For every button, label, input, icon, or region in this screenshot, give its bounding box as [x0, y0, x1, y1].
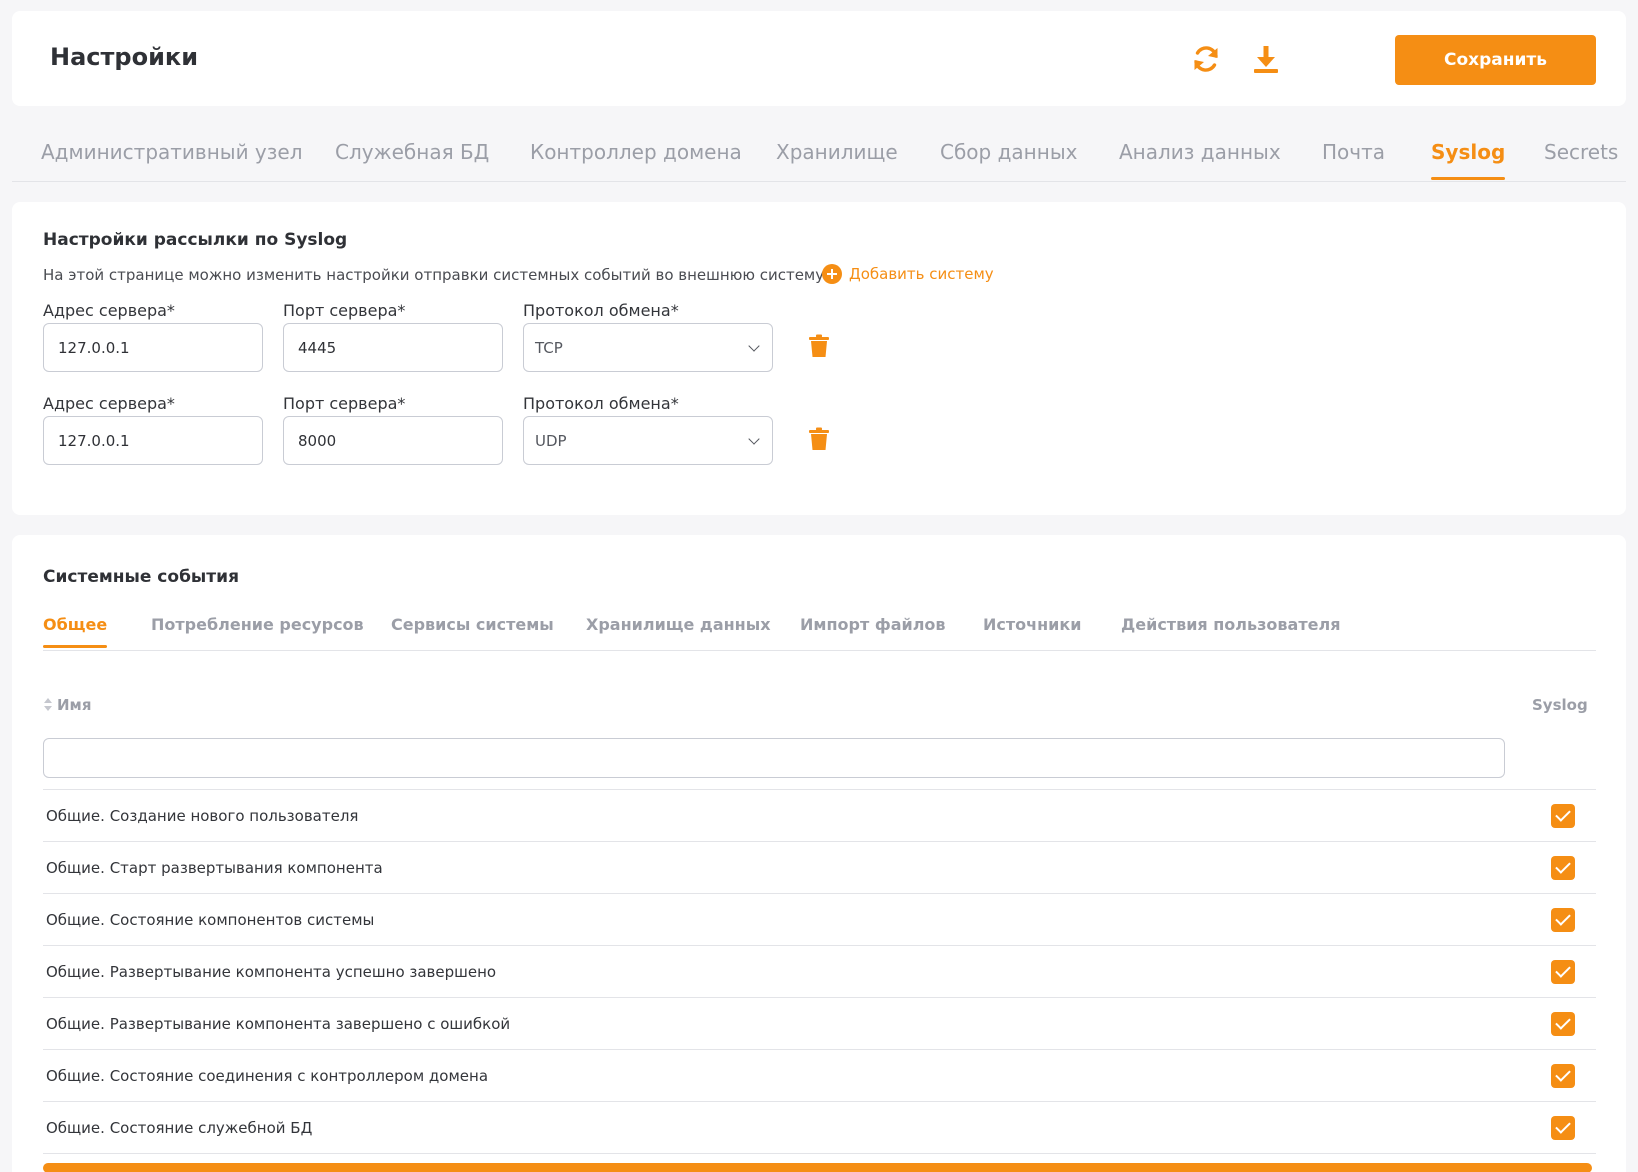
horizontal-scrollbar[interactable] [43, 1163, 1592, 1172]
event-name: Общие. Старт развертывания компонента [46, 859, 383, 877]
system-events-title: Системные события [43, 567, 239, 587]
syslog-checkbox[interactable] [1551, 1064, 1575, 1088]
tab-file-import[interactable]: Импорт файлов [800, 615, 946, 634]
server-address-input[interactable] [43, 416, 263, 465]
syslog-checkbox[interactable] [1551, 804, 1575, 828]
event-name: Общие. Создание нового пользователя [46, 807, 359, 825]
refresh-icon[interactable] [1188, 41, 1224, 77]
table-row: Общие. Развертывание компонента завершен… [43, 998, 1596, 1050]
table-row: Общие. Старт развертывания компонента [43, 842, 1596, 894]
syslog-checkbox[interactable] [1551, 1012, 1575, 1036]
protocol-value: UDP [535, 431, 567, 450]
table-row: Общие. Состояние соединения с контроллер… [43, 1050, 1596, 1102]
tab-syslog[interactable]: Syslog [1431, 140, 1506, 180]
events-tabs: Общее Потребление ресурсов Сервисы систе… [43, 593, 1596, 651]
tab-data-collection[interactable]: Сбор данных [940, 140, 1077, 164]
table-row: Общие. Развертывание компонента успешно … [43, 946, 1596, 998]
protocol-label: Протокол обмена* [523, 301, 679, 320]
syslog-checkbox[interactable] [1551, 960, 1575, 984]
port-label: Порт сервера* [283, 301, 406, 320]
plus-circle-icon [822, 264, 842, 284]
save-button[interactable]: Сохранить [1395, 35, 1596, 85]
table-row: Общие. Создание нового пользователя [43, 790, 1596, 842]
tab-data-analysis[interactable]: Анализ данных [1119, 140, 1281, 164]
table-row: Общие. Состояние компонентов системы [43, 894, 1596, 946]
settings-tabs: Административный узел Служебная БД Контр… [12, 118, 1626, 182]
column-name-label: Имя [57, 696, 92, 714]
protocol-select[interactable]: TCP [523, 323, 773, 372]
server-port-input[interactable] [283, 323, 503, 372]
event-name: Общие. Состояние компонентов системы [46, 911, 375, 929]
protocol-value: TCP [535, 338, 563, 357]
add-system-button[interactable]: Добавить систему [822, 264, 994, 284]
tab-secrets[interactable]: Secrets [1544, 140, 1618, 164]
event-name: Общие. Состояние служебной БД [46, 1119, 313, 1137]
syslog-checkbox[interactable] [1551, 856, 1575, 880]
add-system-label: Добавить систему [849, 265, 994, 283]
server-port-input[interactable] [283, 416, 503, 465]
syslog-settings-card: Настройки рассылки по Syslog На этой стр… [12, 202, 1626, 515]
port-label: Порт сервера* [283, 394, 406, 413]
tab-resource-usage[interactable]: Потребление ресурсов [151, 615, 364, 634]
event-name: Общие. Состояние соединения с контроллер… [46, 1067, 489, 1085]
download-icon[interactable] [1248, 41, 1284, 77]
event-name: Общие. Развертывание компонента завершен… [46, 1015, 511, 1033]
tab-mail[interactable]: Почта [1322, 140, 1385, 164]
delete-server-icon[interactable] [808, 427, 830, 451]
chevron-down-icon [747, 341, 761, 355]
protocol-select[interactable]: UDP [523, 416, 773, 465]
tab-storage[interactable]: Хранилище [776, 140, 898, 164]
tab-service-db[interactable]: Служебная БД [335, 140, 489, 164]
address-label: Адрес сервера* [43, 394, 175, 413]
tab-data-storage[interactable]: Хранилище данных [586, 615, 771, 634]
table-row: Общие. Состояние служебной БД [43, 1102, 1596, 1154]
chevron-down-icon [747, 434, 761, 448]
name-filter-input[interactable] [43, 738, 1505, 778]
syslog-checkbox[interactable] [1551, 908, 1575, 932]
tab-system-services[interactable]: Сервисы системы [391, 615, 554, 634]
tab-domain-controller[interactable]: Контроллер домена [530, 140, 742, 164]
server-address-input[interactable] [43, 323, 263, 372]
event-name: Общие. Развертывание компонента успешно … [46, 963, 497, 981]
tab-user-actions[interactable]: Действия пользователя [1121, 615, 1340, 634]
tab-admin-node[interactable]: Административный узел [41, 140, 302, 164]
page-title: Настройки [50, 43, 199, 71]
column-header-syslog: Syslog [1532, 696, 1588, 714]
tab-sources[interactable]: Источники [983, 615, 1081, 634]
sort-icon [43, 698, 53, 712]
page-header: Настройки Сохранить [12, 11, 1626, 106]
syslog-description: На этой странице можно изменить настройк… [43, 266, 825, 284]
events-table: Общие. Создание нового пользователя Общи… [43, 789, 1596, 1154]
system-events-card: Системные события Общее Потребление ресу… [12, 535, 1626, 1172]
delete-server-icon[interactable] [808, 334, 830, 358]
tab-general[interactable]: Общее [43, 615, 108, 648]
syslog-checkbox[interactable] [1551, 1116, 1575, 1140]
protocol-label: Протокол обмена* [523, 394, 679, 413]
syslog-settings-title: Настройки рассылки по Syslog [43, 230, 348, 250]
column-header-name[interactable]: Имя [43, 696, 91, 714]
address-label: Адрес сервера* [43, 301, 175, 320]
